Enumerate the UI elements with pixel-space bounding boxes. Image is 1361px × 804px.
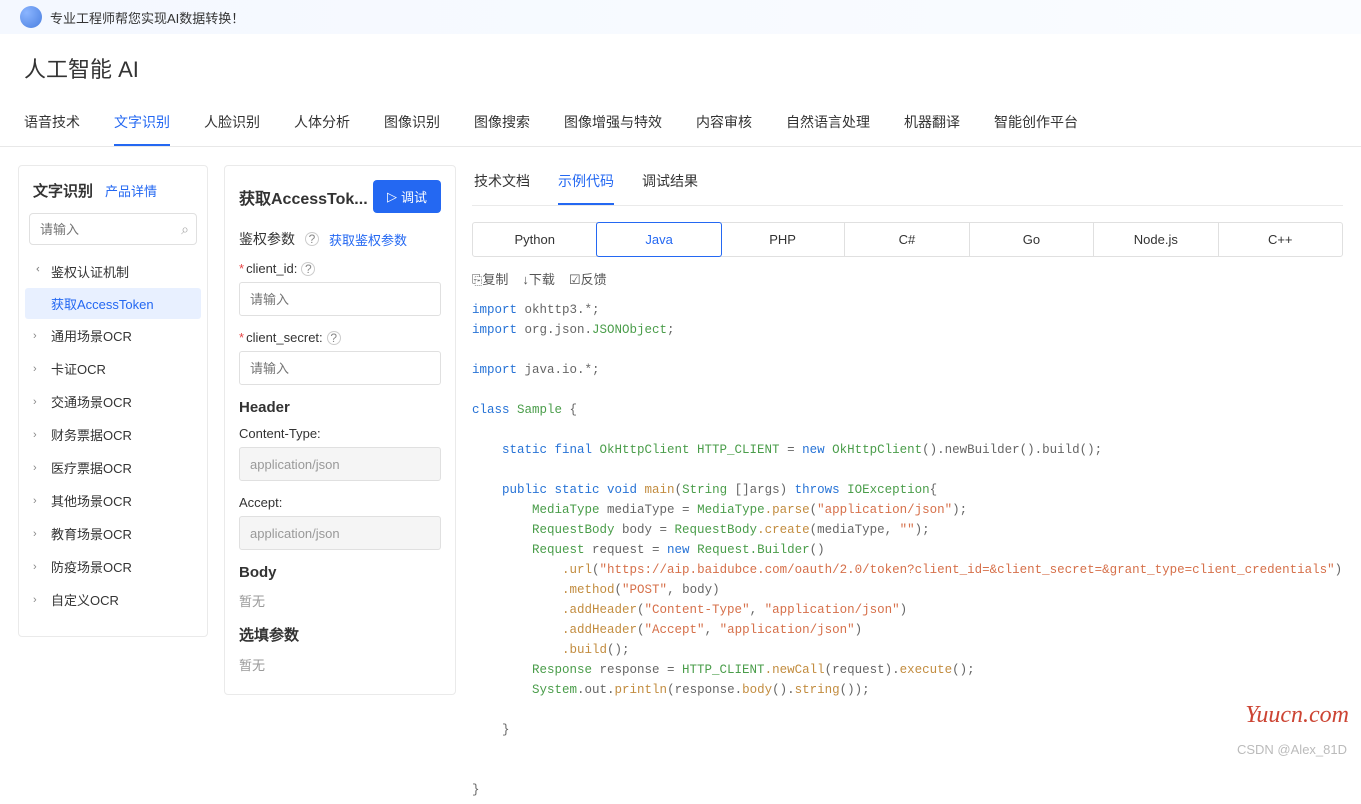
tree-item-7[interactable]: ›教育场景OCR <box>25 517 201 550</box>
content-type-field: Content-Type: <box>239 426 441 481</box>
main-tab-1[interactable]: 文字识别 <box>114 102 170 146</box>
debug-button-label: 调试 <box>401 187 427 206</box>
auth-section-row: 鉴权参数 ? 获取鉴权参数 <box>239 229 441 249</box>
search-wrap: ⌕ <box>19 213 207 255</box>
params-panel: 获取AccessTok... ▷ 调试 鉴权参数 ? 获取鉴权参数 *clien… <box>224 165 456 695</box>
optional-empty: 暂无 <box>239 655 441 674</box>
debug-button[interactable]: ▷ 调试 <box>373 180 441 213</box>
top-banner: 专业工程师帮您实现AI数据转换！ <box>0 0 1361 34</box>
banner-icon <box>20 6 42 28</box>
code-actions: ⎘复制 ↓下载 ☑反馈 <box>472 269 1343 288</box>
doc-tab-2[interactable]: 调试结果 <box>642 165 698 205</box>
main-tab-6[interactable]: 图像增强与特效 <box>564 102 662 146</box>
tree-item-9[interactable]: ›自定义OCR <box>25 583 201 616</box>
main-tab-2[interactable]: 人脸识别 <box>204 102 260 146</box>
lang-tab-2[interactable]: PHP <box>721 223 845 256</box>
body-title: Body <box>239 564 441 581</box>
accept-field: Accept: <box>239 495 441 550</box>
workspace: 文字识别 产品详情 ⌕ ⌄鉴权认证机制获取AccessToken›通用场景OCR… <box>0 147 1361 804</box>
page-header: 人工智能 AI <box>0 34 1361 84</box>
watermark: Yuucn.com <box>1245 702 1349 729</box>
copy-action[interactable]: ⎘复制 <box>472 269 508 288</box>
tree-item-1[interactable]: ›通用场景OCR <box>25 319 201 352</box>
help-icon[interactable]: ? <box>301 262 315 276</box>
chevron-icon: › <box>33 462 47 474</box>
lang-tab-1[interactable]: Java <box>596 222 721 257</box>
accept-input <box>239 516 441 550</box>
sidebar-title: 文字识别 <box>33 180 93 201</box>
main-tab-5[interactable]: 图像搜索 <box>474 102 530 146</box>
optional-title: 选填参数 <box>239 624 441 645</box>
main-tab-7[interactable]: 内容审核 <box>696 102 752 146</box>
params-head: 获取AccessTok... ▷ 调试 <box>239 180 441 213</box>
client-secret-field: *client_secret:? <box>239 330 441 385</box>
csdn-attribution: CSDN @Alex_81D <box>1237 742 1347 757</box>
main-tab-0[interactable]: 语音技术 <box>24 102 80 146</box>
doc-tabs: 技术文档示例代码调试结果 <box>472 165 1343 206</box>
doc-tab-1[interactable]: 示例代码 <box>558 165 614 205</box>
main-tabs: 语音技术文字识别人脸识别人体分析图像识别图像搜索图像增强与特效内容审核自然语言处… <box>0 102 1361 147</box>
content-type-input <box>239 447 441 481</box>
tree-item-2[interactable]: ›卡证OCR <box>25 352 201 385</box>
params-title: 获取AccessTok... <box>239 185 368 209</box>
chevron-icon: › <box>33 330 47 342</box>
lang-tabs: PythonJavaPHPC#GoNode.jsC++ <box>472 222 1343 257</box>
tree-item-3[interactable]: ›交通场景OCR <box>25 385 201 418</box>
chevron-icon: › <box>33 396 47 408</box>
client-id-label: *client_id:? <box>239 261 441 276</box>
lang-tab-0[interactable]: Python <box>473 223 597 256</box>
header-title: Header <box>239 399 441 416</box>
client-id-input[interactable] <box>239 282 441 316</box>
auth-section-label: 鉴权参数 <box>239 229 295 249</box>
sidebar-tree: ⌄鉴权认证机制获取AccessToken›通用场景OCR›卡证OCR›交通场景O… <box>19 255 207 616</box>
tree-item-5[interactable]: ›医疗票据OCR <box>25 451 201 484</box>
chevron-icon: › <box>33 495 47 507</box>
play-icon: ▷ <box>387 189 397 205</box>
main-tab-9[interactable]: 机器翻译 <box>904 102 960 146</box>
main-tab-10[interactable]: 智能创作平台 <box>994 102 1078 146</box>
product-detail-link[interactable]: 产品详情 <box>105 181 157 200</box>
tree-item-8[interactable]: ›防疫场景OCR <box>25 550 201 583</box>
main-tab-8[interactable]: 自然语言处理 <box>786 102 870 146</box>
chevron-icon: › <box>33 429 47 441</box>
lang-tab-3[interactable]: C# <box>845 223 969 256</box>
chevron-icon: › <box>33 594 47 606</box>
chevron-icon: › <box>33 561 47 573</box>
main-tab-4[interactable]: 图像识别 <box>384 102 440 146</box>
lang-tab-5[interactable]: Node.js <box>1094 223 1218 256</box>
help-icon[interactable]: ? <box>305 232 319 246</box>
doc-tab-0[interactable]: 技术文档 <box>474 165 530 205</box>
search-icon[interactable]: ⌕ <box>181 221 189 238</box>
lang-tab-4[interactable]: Go <box>970 223 1094 256</box>
code-block: import okhttp3.*; import org.json.JSONOb… <box>472 296 1343 804</box>
tree-item-6[interactable]: ›其他场景OCR <box>25 484 201 517</box>
client-id-field: *client_id:? <box>239 261 441 316</box>
accept-label: Accept: <box>239 495 441 510</box>
download-action[interactable]: ↓下载 <box>522 269 555 288</box>
content-type-label: Content-Type: <box>239 426 441 441</box>
sidebar-header: 文字识别 产品详情 <box>19 180 207 213</box>
main-tab-3[interactable]: 人体分析 <box>294 102 350 146</box>
search-input[interactable] <box>29 213 197 245</box>
tree-item-0[interactable]: ⌄鉴权认证机制 <box>25 255 201 288</box>
chevron-icon: ⌄ <box>34 265 47 279</box>
client-secret-label: *client_secret:? <box>239 330 441 345</box>
chevron-icon: › <box>33 363 47 375</box>
lang-tab-6[interactable]: C++ <box>1219 223 1342 256</box>
feedback-action[interactable]: ☑反馈 <box>569 269 607 288</box>
body-empty: 暂无 <box>239 591 441 610</box>
tree-sub-0-0[interactable]: 获取AccessToken <box>25 288 201 319</box>
chevron-icon: › <box>33 528 47 540</box>
code-panel: 技术文档示例代码调试结果 PythonJavaPHPC#GoNode.jsC++… <box>472 165 1343 804</box>
tree-item-4[interactable]: ›财务票据OCR <box>25 418 201 451</box>
client-secret-input[interactable] <box>239 351 441 385</box>
help-icon[interactable]: ? <box>327 331 341 345</box>
sidebar: 文字识别 产品详情 ⌕ ⌄鉴权认证机制获取AccessToken›通用场景OCR… <box>18 165 208 637</box>
page-title: 人工智能 AI <box>24 52 1337 84</box>
get-auth-link[interactable]: 获取鉴权参数 <box>329 230 407 249</box>
banner-text: 专业工程师帮您实现AI数据转换！ <box>50 8 244 27</box>
